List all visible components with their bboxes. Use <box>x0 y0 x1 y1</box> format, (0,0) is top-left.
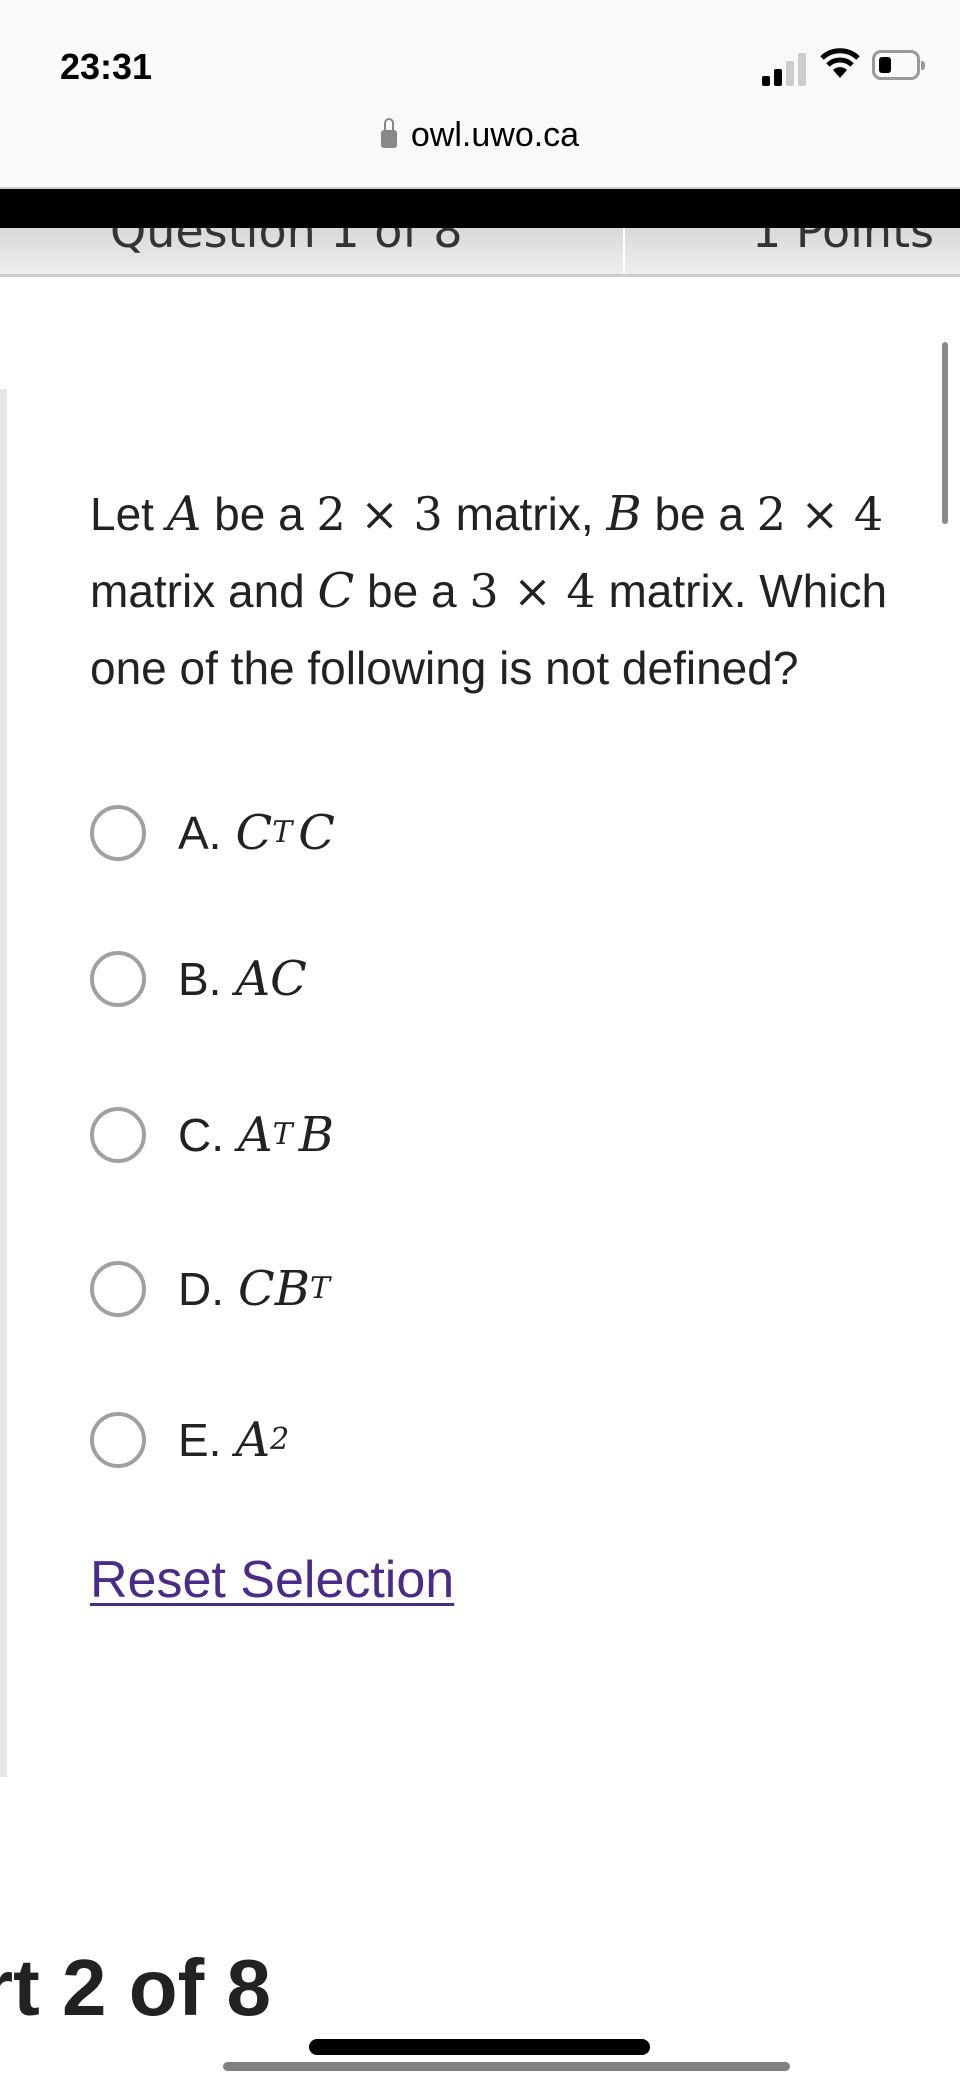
option-c[interactable]: C. A T B <box>90 1103 334 1167</box>
lock-icon <box>380 118 397 148</box>
part-heading: rt 2 of 8 <box>0 1943 271 2032</box>
address-bar[interactable]: owl.uwo.ca <box>0 116 960 155</box>
radio-button[interactable] <box>90 805 146 861</box>
status-time: 23:31 <box>60 46 153 87</box>
divider <box>623 228 625 274</box>
math-dimension: 2 × 3 <box>316 487 443 541</box>
option-math: AC <box>235 951 307 1007</box>
question-text-segment: Let <box>90 488 167 540</box>
signal-icon <box>762 53 806 86</box>
option-math: A <box>235 1412 271 1468</box>
url-text: owl.uwo.ca <box>410 116 580 154</box>
math-variable: B <box>606 486 642 542</box>
option-d[interactable]: D. CB T <box>90 1257 330 1321</box>
question-text-segment: be a <box>354 565 470 617</box>
math-dimension: 3 × 4 <box>469 564 596 618</box>
option-math: A <box>238 1107 273 1163</box>
question-counter: Question 1 of 8 <box>110 228 463 258</box>
radio-button[interactable] <box>90 1261 146 1317</box>
question-text-segment: be a <box>201 488 317 540</box>
option-math-tail: C <box>298 805 335 861</box>
option-b[interactable]: B. AC <box>90 947 307 1011</box>
radio-button[interactable] <box>90 951 146 1007</box>
option-letter: A. <box>178 807 222 859</box>
question-text: Let A be a 2 × 3 matrix, B be a 2 × 4 ma… <box>90 476 930 707</box>
battery-icon <box>872 50 925 80</box>
scrollbar[interactable] <box>942 342 948 524</box>
radio-button[interactable] <box>90 1107 146 1163</box>
question-text-segment: matrix, <box>442 488 607 540</box>
status-bar: 23:31 owl.uwo.ca <box>0 0 960 189</box>
option-letter: D. <box>178 1263 224 1315</box>
radio-button[interactable] <box>90 1412 146 1468</box>
option-math: CB <box>238 1261 310 1317</box>
wifi-icon <box>820 48 860 78</box>
points-label: 1 Points <box>752 228 935 258</box>
option-math: C <box>235 805 273 861</box>
content-border <box>0 389 7 1777</box>
site-header <box>0 189 960 228</box>
question-text-segment: be a <box>641 488 757 540</box>
option-e[interactable]: E. A 2 <box>90 1408 289 1472</box>
question-text-segment: matrix and <box>90 565 318 617</box>
option-letter: B. <box>178 953 222 1005</box>
option-math-tail: B <box>298 1107 334 1163</box>
option-letter: E. <box>178 1414 222 1466</box>
horizontal-scrollbar[interactable] <box>223 2062 790 2071</box>
option-letter: C. <box>178 1109 224 1161</box>
home-indicator <box>309 2039 650 2055</box>
math-variable: C <box>317 563 355 619</box>
reset-selection-link[interactable]: Reset Selection <box>90 1550 454 1610</box>
math-dimension: 2 × 4 <box>756 487 884 541</box>
math-variable: A <box>166 486 202 542</box>
option-a[interactable]: A. C T C <box>90 801 335 865</box>
question-nav-bar: Question 1 of 8 1 Points <box>0 228 960 277</box>
